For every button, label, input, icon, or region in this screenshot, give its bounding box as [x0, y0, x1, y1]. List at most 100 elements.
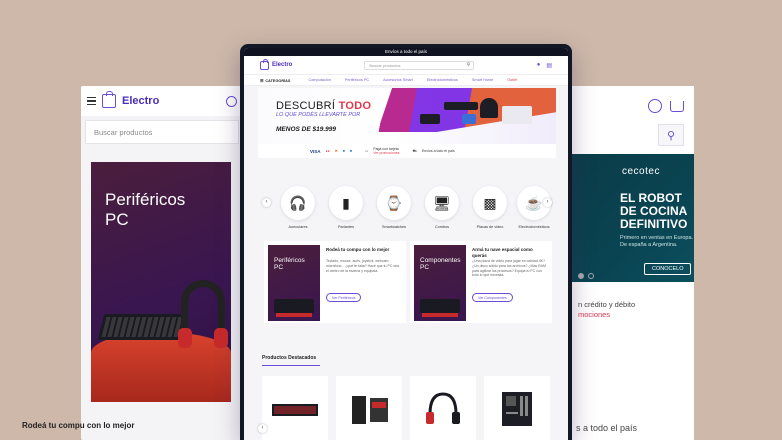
nav-item-smart-home[interactable]: Smart Home: [472, 78, 493, 82]
mastercard-icon: ●●: [325, 149, 330, 153]
brand-name[interactable]: Electro: [122, 95, 159, 107]
hero-products-image: [418, 96, 538, 130]
search-input[interactable]: Buscar productos ⚲: [364, 60, 475, 70]
banner-brand: cecotec: [622, 166, 660, 177]
category-label: Combos: [434, 225, 450, 229]
search-input[interactable]: Buscar productos: [85, 120, 239, 144]
amex-icon: ■: [349, 149, 352, 153]
cart-icon[interactable]: ▤: [546, 62, 552, 69]
category-label: Auriculares: [288, 225, 308, 229]
hero-price: MENOS DE $19.999: [276, 126, 336, 133]
headset-product-image: [426, 392, 460, 424]
monitor-icon: 🖥: [425, 186, 459, 220]
product-card[interactable]: [262, 376, 328, 440]
featured-title: Productos Destacados: [262, 355, 317, 361]
promo-text: ¿Una placa de video para jugar en calida…: [472, 259, 546, 278]
hero-banner[interactable]: DESCUBRÍ TODO LO QUE PODÉS LLEVARTE POR …: [258, 88, 556, 158]
shipping-text: s a todo el país: [576, 423, 638, 433]
shopping-bag-logo-icon: [260, 58, 269, 70]
mobile-header: Electro: [81, 86, 243, 116]
mobile-header: [566, 86, 694, 126]
ver-componentes-button[interactable]: Ver Componentes: [472, 293, 513, 302]
category-label: Electrodomésticos: [518, 225, 550, 229]
truck-icon: ⛟: [412, 148, 417, 153]
menu-icon[interactable]: [87, 96, 96, 106]
promo-card-perifericos: Periféricos PC Rodeá tu compu con lo mej…: [264, 241, 406, 323]
banner-title: Periféricos PC: [105, 190, 186, 229]
search-icon[interactable]: ⚲: [658, 124, 684, 146]
category-electrodomesticos[interactable]: ☕ Electrodomésticos: [514, 186, 554, 229]
section-underline: [262, 365, 320, 366]
search-placeholder: Buscar productos: [369, 62, 401, 68]
nav-item-outlet[interactable]: Outlet: [507, 78, 517, 82]
podium-graphic: [91, 332, 231, 402]
product-card[interactable]: [484, 376, 550, 440]
watch-icon: ⌚: [377, 186, 411, 220]
user-icon[interactable]: [226, 95, 237, 107]
conocelo-button[interactable]: CONOCELO: [644, 263, 692, 275]
products-prev-icon[interactable]: ‹: [258, 424, 267, 433]
hero-title: DESCUBRÍ TODO: [276, 100, 371, 112]
shopping-bag-logo-icon: [102, 91, 116, 108]
naranja-icon: ✖: [334, 149, 338, 153]
carousel-prev-icon[interactable]: ‹: [262, 198, 271, 207]
search-bar: ⚲: [566, 124, 694, 146]
nav-item-computacion[interactable]: Computación: [308, 78, 330, 82]
ssd-product-image: [352, 396, 388, 424]
categories-menu[interactable]: CATEGORÍAS: [260, 78, 290, 83]
promo-caption: Rodeá tu compu con lo mejor: [22, 421, 135, 430]
cart-icon[interactable]: [670, 100, 684, 112]
brand-name[interactable]: Electro: [272, 62, 292, 68]
category-combos[interactable]: 🖥 Combos: [422, 186, 462, 229]
motherboard-product-image: [502, 392, 532, 426]
category-auriculares[interactable]: 🎧 Auriculares: [278, 186, 318, 229]
carousel-dots[interactable]: [578, 273, 594, 279]
promo-title: Armá tu nave espacial como querás: [472, 247, 533, 258]
headset-image: [178, 280, 228, 348]
nav-item-accesorios[interactable]: Accesorios Smart: [383, 78, 413, 82]
category-carousel: ‹ 🎧 Auriculares ▮ Parlantes ⌚ Smartwatch…: [258, 176, 556, 232]
payment-promo-text: n crédito y débito: [578, 300, 636, 309]
visa-logo: VISA: [310, 148, 321, 154]
category-smartwatches[interactable]: ⌚ Smartwatches: [374, 186, 414, 229]
product-card[interactable]: [336, 376, 402, 440]
promo-gear-graphic: [274, 299, 314, 313]
perifericos-banner[interactable]: Periféricos PC: [91, 162, 231, 402]
speaker-icon: ▮: [329, 186, 363, 220]
shipping-text: Envíos a todo el país: [421, 149, 455, 153]
user-icon[interactable]: ●: [537, 62, 541, 68]
nav-item-electrodomesticos[interactable]: Electrodomésticos: [427, 78, 458, 82]
banner-headline: EL ROBOT DE COCINA DEFINITIVO: [620, 191, 688, 231]
category-nav: CATEGORÍAS Computación Periféricos PC Ac…: [244, 74, 568, 86]
card-icon: ▭: [364, 149, 369, 153]
nav-item-perifericos[interactable]: Periféricos PC: [345, 78, 369, 82]
promo-image[interactable]: Componentes PC: [414, 245, 466, 321]
keyboard-image: [97, 314, 187, 340]
promo-image[interactable]: Periféricos PC: [268, 245, 320, 321]
banner-subtitle: Primero en ventas en Europa. De españa a…: [620, 235, 694, 248]
promo-title: Rodeá tu compu con lo mejor: [326, 247, 390, 252]
cecotec-banner[interactable]: cecotec EL ROBOT DE COCINA DEFINITIVO Pr…: [566, 154, 694, 282]
promo-image-title: Periféricos PC: [274, 257, 305, 271]
payment-strip: VISA ●● ✖ ■ ■ ▭ Pagá con tarjeta Ver prom…: [258, 144, 556, 158]
desktop-header: Electro Buscar productos ⚲ ● ▤: [244, 56, 568, 74]
desktop-mockup: Envíos a todo el país Electro Buscar pro…: [240, 44, 572, 440]
pay-text: Pagá con tarjeta Ver promociones: [373, 147, 400, 155]
ver-perifericos-button[interactable]: Ver Periféricos: [326, 293, 362, 302]
promo-gear-graphic: [420, 299, 460, 313]
hero-title-b: TODO: [338, 100, 372, 112]
carousel-next-icon[interactable]: ›: [543, 198, 552, 207]
category-placas-video[interactable]: ▩ Placas de video: [470, 186, 510, 229]
hero-subtitle: LO QUE PODÉS LLEVARTE POR: [276, 112, 361, 118]
hero-title-a: DESCUBRÍ: [276, 100, 339, 112]
category-parlantes[interactable]: ▮ Parlantes: [326, 186, 366, 229]
category-label: Placas de video: [476, 225, 504, 229]
category-label: Parlantes: [337, 225, 355, 229]
user-icon[interactable]: [648, 99, 662, 113]
search-icon[interactable]: ⚲: [467, 62, 471, 68]
gpu-icon: ▩: [473, 186, 507, 220]
promo-text: Teclado, mouse, auris, joystick, webcam,…: [326, 259, 399, 273]
promotions-link[interactable]: mociones: [578, 310, 610, 319]
right-mobile-mockup: ⚲ cecotec EL ROBOT DE COCINA DEFINITIVO …: [566, 86, 694, 440]
product-card[interactable]: [410, 376, 476, 440]
